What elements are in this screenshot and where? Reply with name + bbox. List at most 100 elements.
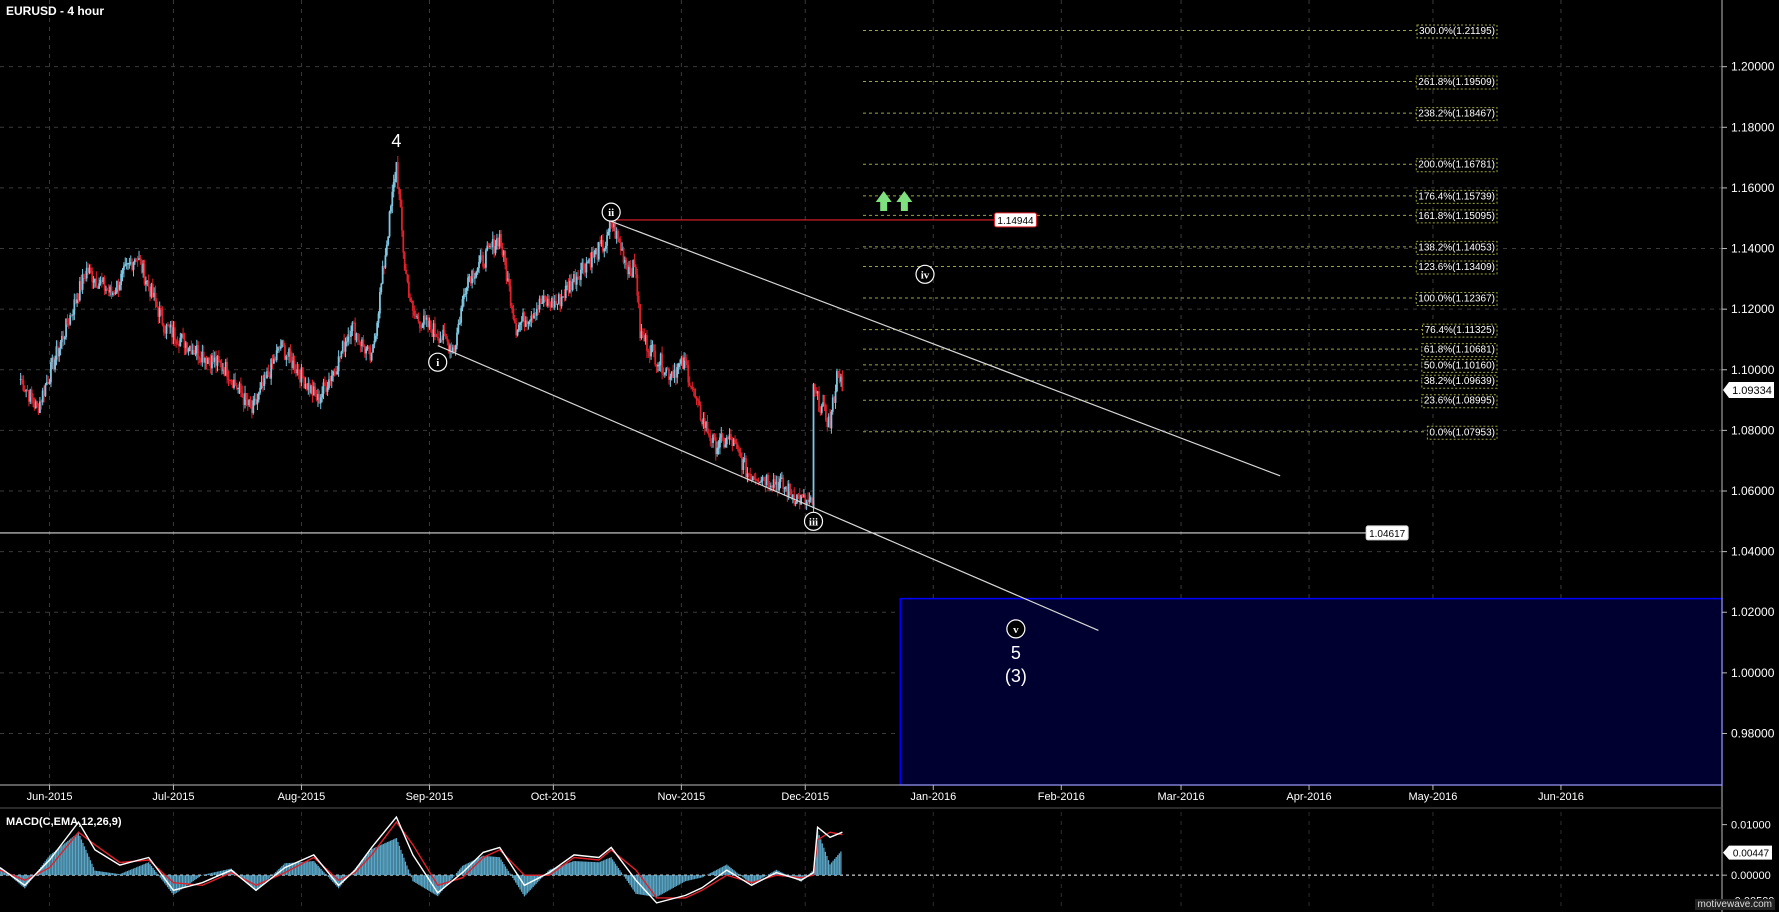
y-tick-label: 1.16000 [1731,181,1775,195]
candles [19,155,844,514]
candle-body [252,400,255,413]
candle-body [67,324,70,326]
last-price-label: 1.09334 [1732,385,1772,397]
candle-body [707,433,710,436]
candle-body [747,473,750,475]
candle-body [379,291,381,314]
candle-body [541,302,544,304]
candle-body [121,269,124,274]
candle-body [156,301,158,308]
support-label: 1.04617 [1369,529,1406,540]
fib-label: 261.8%(1.19509) [1418,77,1495,88]
fib-label: 300.0%(1.21195) [1419,26,1495,37]
candle-body [695,397,698,400]
candle-body [336,371,339,375]
candle-body [836,370,838,392]
fib-levels: 300.0%(1.21195) 261.8%(1.19509) 238.2%(1.1… [863,24,1498,440]
candle-body [63,337,66,340]
candle-body [293,360,296,372]
candle-body [356,333,359,341]
candle-body [165,324,168,334]
candle-body [319,397,322,404]
fib-label: 76.4%(1.11325) [1425,325,1495,336]
candle-body [650,345,652,357]
candle-body [301,367,304,378]
candle-body [394,178,396,183]
candle-body [387,236,390,245]
candle-body [443,329,446,334]
candle-body [535,308,538,316]
candle-body [585,262,588,273]
candle-body [32,397,34,404]
resistance-label: 1.14944 [997,216,1034,227]
candle-body [698,400,701,406]
candle-body [179,337,182,347]
candle-body [607,231,610,236]
wave-label: i [436,357,439,369]
candle-body [167,324,169,326]
candle-body [69,314,72,325]
candle-body [344,342,347,352]
candle-body [227,377,230,380]
wave-label: iii [809,516,818,528]
candle-body [575,276,578,285]
candle-body [604,245,607,249]
candle-body [372,344,374,353]
candle-body [401,206,403,231]
eurusd-chart[interactable]: 300.0%(1.21195) 261.8%(1.19509) 238.2%(1.1… [0,0,1779,912]
candle-body [688,382,691,386]
candle-body [837,370,840,374]
chart-title: EURUSD - 4 hour [6,4,105,18]
candle-body [717,447,720,449]
candle-body [482,255,485,267]
candle-body [721,434,724,438]
y-tick-label: 1.04000 [1731,545,1775,559]
candle-body [494,245,497,254]
candle-body [478,262,480,268]
candle-body [267,371,270,376]
candle-body [812,384,815,509]
candle-body [98,283,101,289]
candle-body [162,324,165,333]
candle-body [505,264,508,281]
candle-body [461,299,464,309]
macd-title: MACD(C,EMA,12,26,9) [6,816,122,828]
candle-body [685,360,688,366]
candle-body [763,477,765,481]
candle-body [719,437,721,448]
candle-body [694,389,697,398]
fib-label: 23.6%(1.08995) [1424,396,1495,407]
x-tick-label: Aug-2015 [278,791,326,803]
candle-body [279,346,282,349]
candle-body [586,262,589,264]
candle-body [217,355,220,361]
candle-body [91,271,94,282]
candle-body [479,255,482,263]
candle-body [154,292,157,302]
candle-body [739,452,742,458]
candle-body [391,191,394,206]
candle-body [666,368,669,370]
candle-body [635,267,637,275]
trend-line [437,344,1099,631]
candle-body [173,327,176,341]
candle-body [405,269,407,274]
wave-label: iv [921,269,930,281]
candle-body [30,389,33,398]
candle-body [473,277,476,279]
candle-body [458,322,461,325]
candle-body [429,320,432,330]
up-arrow-icon [896,191,913,212]
candle-body [830,411,833,429]
candle-body [597,242,600,260]
x-tick-label: Sep-2015 [406,791,454,803]
candle-body [820,405,823,413]
candle-body [406,273,409,282]
candle-body [39,401,41,413]
candle-body [161,309,164,325]
candle-body [337,356,340,372]
candle-body [143,263,146,285]
x-tick-label: Dec-2015 [781,791,829,803]
fib-label: 176.4%(1.15739) [1418,191,1495,202]
candle-body [687,365,690,383]
